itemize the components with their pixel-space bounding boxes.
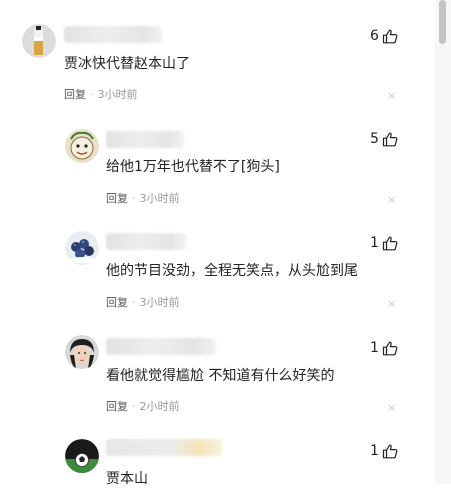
close-icon[interactable]: × (387, 402, 396, 414)
separator-dot: · (132, 192, 136, 205)
scrollbar-track[interactable] (435, 0, 451, 484)
username[interactable] (106, 131, 184, 148)
timestamp: 3小时前 (139, 192, 180, 205)
timestamp: 3小时前 (97, 88, 138, 101)
thumbs-up-icon (382, 444, 398, 458)
timestamp: 3小时前 (139, 296, 180, 309)
timestamp: 2小时前 (139, 400, 180, 413)
like-button[interactable]: 5 (370, 131, 398, 147)
like-count: 5 (370, 131, 379, 147)
reply-button[interactable]: 回复 (106, 400, 128, 413)
separator-dot: · (90, 88, 94, 101)
username[interactable] (106, 338, 216, 355)
close-icon[interactable]: × (387, 194, 396, 206)
username[interactable] (64, 26, 162, 43)
close-icon[interactable]: × (387, 90, 396, 102)
comment-meta: 回复 · 2小时前 (106, 400, 180, 414)
separator-dot: · (132, 296, 136, 309)
comment-text: 他的节目没劲，全程无笑点，从头尬到尾 (106, 263, 358, 279)
like-count: 6 (370, 28, 379, 44)
avatar-bottle-icon[interactable] (22, 24, 56, 58)
like-count: 1 (370, 235, 379, 251)
comment-text: 贾本山 (106, 471, 148, 487)
avatar-blueberries-icon[interactable] (65, 231, 99, 265)
separator-dot: · (132, 400, 136, 413)
close-icon[interactable]: × (387, 298, 396, 310)
reply-button[interactable]: 回复 (106, 192, 128, 205)
comment-text: 给他1万年也代替不了[狗头] (106, 159, 280, 175)
comment-item: 1 贾本山 (0, 425, 420, 487)
comment-meta: 回复 · 3小时前 (64, 88, 138, 102)
reply-button[interactable]: 回复 (106, 296, 128, 309)
comment-item: 1 看他就觉得尴尬 不知道有什么好笑的 回复 · 2小时前 × (0, 320, 420, 425)
like-count: 1 (370, 340, 379, 356)
comment-text: 看他就觉得尴尬 不知道有什么好笑的 (106, 368, 335, 384)
avatar-person-icon[interactable] (65, 335, 99, 369)
username[interactable] (106, 439, 222, 456)
thumbs-up-icon (382, 236, 398, 250)
thumbs-up-icon (382, 132, 398, 146)
reply-button[interactable]: 回复 (64, 88, 86, 101)
comment-meta: 回复 · 3小时前 (106, 296, 180, 310)
comment-meta: 回复 · 3小时前 (106, 192, 180, 206)
thumbs-up-icon (382, 341, 398, 355)
scrollbar-thumb[interactable] (439, 0, 446, 44)
comment-item: 6 贾冰快代替赵本山了 回复 · 3小时前 × (0, 0, 420, 110)
avatar-cartoon-icon[interactable] (65, 129, 99, 163)
like-button[interactable]: 1 (370, 443, 398, 459)
like-button[interactable]: 1 (370, 340, 398, 356)
username[interactable] (106, 233, 186, 250)
thumbs-up-icon (382, 29, 398, 43)
comment-item: 5 给他1万年也代替不了[狗头] 回复 · 3小时前 × (0, 110, 420, 215)
avatar-football-icon[interactable] (65, 439, 99, 473)
comment-text: 贾冰快代替赵本山了 (64, 56, 190, 72)
like-button[interactable]: 1 (370, 235, 398, 251)
like-button[interactable]: 6 (370, 28, 398, 44)
like-count: 1 (370, 443, 379, 459)
comment-item: 1 他的节目没劲，全程无笑点，从头尬到尾 回复 · 3小时前 × (0, 215, 420, 320)
